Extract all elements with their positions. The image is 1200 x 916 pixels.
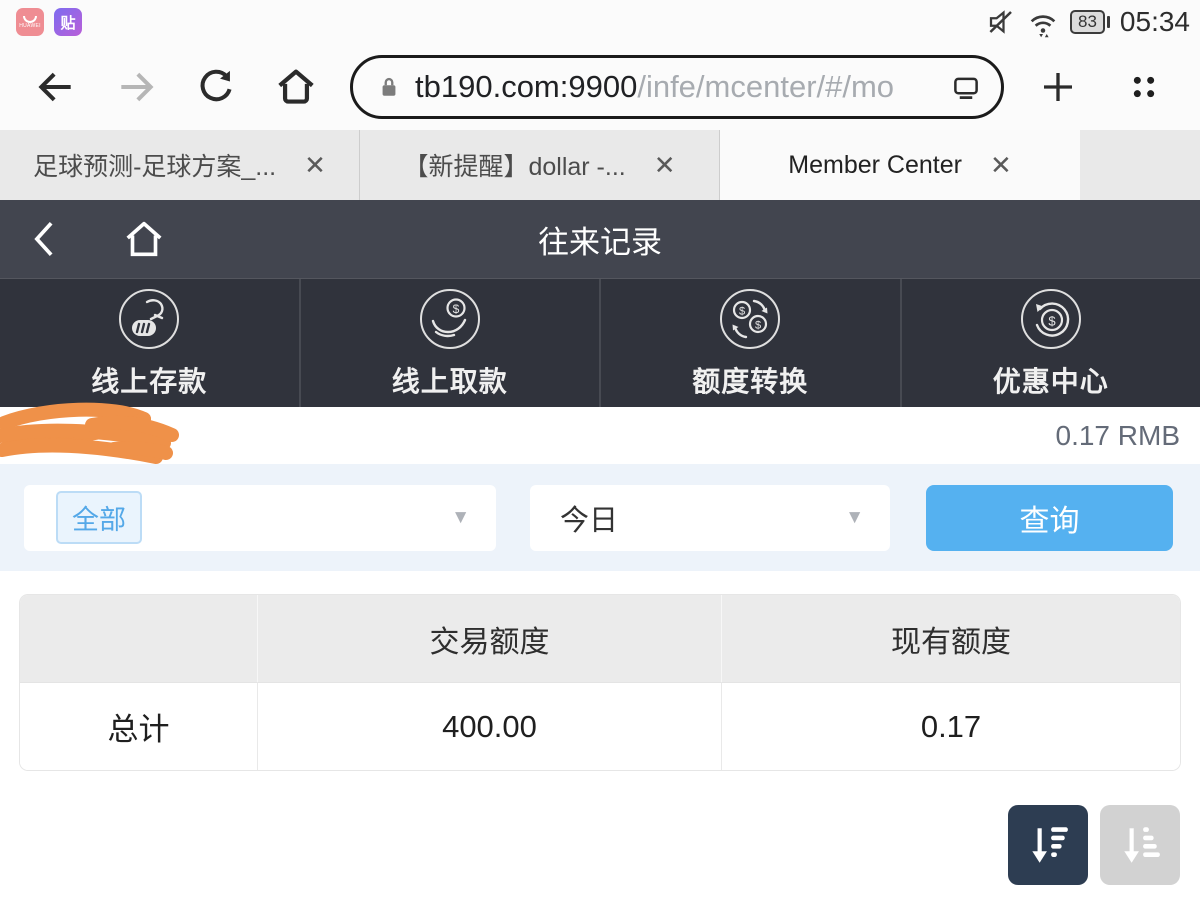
lock-icon — [382, 77, 396, 96]
back-chevron-icon[interactable] — [30, 219, 58, 259]
forward-button[interactable] — [108, 59, 164, 115]
close-icon[interactable]: ✕ — [990, 150, 1012, 181]
tieba-icon: 贴 — [54, 8, 82, 36]
hand-cash-deposit-icon — [119, 288, 180, 349]
date-filter-selected: 今日 — [560, 504, 619, 537]
desktop-mode-icon[interactable] — [949, 72, 983, 102]
coin-cycle-promo-icon: $ — [1020, 288, 1081, 349]
device-screen: HUAWEI 贴 83 05:34 tb190.com:9900/infe/mc… — [0, 0, 1200, 916]
page-header: 往来记录 — [0, 200, 1200, 278]
hand-coin-withdraw-icon: $ — [419, 288, 480, 349]
type-filter-dropdown[interactable]: 全部 ▼ — [24, 484, 496, 551]
quick-nav-row: 线上存款 $ 线上取款 $ $ 额度转换 $ 优惠中心 — [0, 278, 1200, 407]
chevron-down-icon: ▼ — [451, 506, 470, 528]
browser-toolbar: tb190.com:9900/infe/mcenter/#/mo — [0, 44, 1200, 130]
battery-percent: 83 — [1070, 10, 1105, 34]
nav-item-online-deposit[interactable]: 线上存款 — [0, 279, 299, 407]
tab-member-center[interactable]: Member Center ✕ — [720, 130, 1080, 200]
refresh-button[interactable] — [188, 59, 244, 115]
table-header-row: 交易额度 现有额度 — [20, 595, 1180, 682]
filter-bar: 全部 ▼ 今日 ▼ 查询 — [0, 464, 1200, 571]
svg-text:$: $ — [1048, 313, 1056, 328]
account-row: 0.17 RMB — [0, 402, 1200, 464]
nav-item-promo-center[interactable]: $ 优惠中心 — [899, 279, 1200, 407]
tab-title: Member Center — [788, 150, 962, 179]
home-button[interactable] — [268, 59, 324, 115]
tab-football-predict[interactable]: 足球预测-足球方案_... ✕ — [0, 130, 360, 200]
header-current-amount: 现有额度 — [722, 595, 1180, 682]
balance-text: 0.17 RMB — [1055, 419, 1181, 451]
sort-descending-button[interactable] — [1008, 805, 1088, 885]
battery-icon: 83 — [1070, 10, 1110, 34]
huawei-appstore-label: HUAWEI — [19, 23, 41, 29]
nav-item-online-withdraw[interactable]: $ 线上取款 — [298, 279, 600, 407]
url-text[interactable]: tb190.com:9900/infe/mcenter/#/mo — [415, 69, 949, 105]
huawei-smile-glyph — [23, 16, 37, 23]
new-tab-button[interactable] — [1030, 59, 1086, 115]
nav-item-credit-transfer[interactable]: $ $ 额度转换 — [599, 279, 900, 407]
tab-strip: 足球预测-足球方案_... ✕ 【新提醒】dollar -... ✕ Membe… — [0, 130, 1200, 200]
status-app-icons: HUAWEI 贴 — [16, 8, 82, 36]
url-bar[interactable]: tb190.com:9900/infe/mcenter/#/mo — [350, 55, 1004, 119]
tab-new-alert-dollar[interactable]: 【新提醒】dollar -... ✕ — [360, 130, 720, 200]
svg-text:$: $ — [452, 302, 459, 316]
wifi-icon — [1030, 15, 1056, 38]
date-filter-dropdown[interactable]: 今日 ▼ — [530, 484, 890, 551]
tieba-label: 贴 — [60, 14, 76, 32]
svg-text:$: $ — [755, 319, 761, 331]
url-path: /infe/mcenter/#/mo — [637, 69, 895, 104]
query-button[interactable]: 查询 — [926, 484, 1173, 551]
table-row-total: 总计 400.00 0.17 — [20, 682, 1180, 770]
total-label-cell: 总计 — [20, 682, 258, 770]
sort-buttons — [0, 770, 1200, 885]
url-host: tb190.com:9900 — [415, 69, 638, 104]
status-bar: HUAWEI 贴 83 05:34 — [0, 0, 1200, 44]
transaction-amount-cell: 400.00 — [258, 682, 722, 770]
close-icon[interactable]: ✕ — [304, 150, 326, 181]
huawei-appstore-icon: HUAWEI — [16, 8, 44, 36]
home-icon[interactable] — [120, 216, 168, 262]
toolbar-right-icons — [1030, 59, 1172, 115]
page-title: 往来记录 — [538, 224, 662, 260]
nav-label: 额度转换 — [692, 365, 809, 397]
redaction-scribble — [0, 402, 179, 464]
sort-ascending-button[interactable] — [1100, 805, 1180, 885]
tab-title: 足球预测-足球方案_... — [33, 153, 277, 181]
back-button[interactable] — [28, 59, 84, 115]
clock-text: 05:34 — [1119, 6, 1190, 37]
main-content: 交易额度 现有额度 总计 400.00 0.17 — [0, 571, 1200, 916]
coins-swap-icon: $ $ — [720, 288, 781, 349]
sort-descending-icon — [1032, 827, 1068, 863]
header-empty — [20, 595, 258, 682]
mute-icon — [989, 10, 1012, 34]
tab-strip-filler — [1080, 130, 1200, 200]
chevron-down-icon: ▼ — [845, 506, 864, 528]
nav-label: 线上取款 — [391, 365, 508, 397]
nav-label: 优惠中心 — [992, 365, 1109, 397]
sort-ascending-icon — [1124, 827, 1160, 863]
type-filter-selected-chip[interactable]: 全部 — [56, 491, 142, 544]
tab-title: 【新提醒】dollar -... — [403, 153, 626, 181]
current-amount-cell: 0.17 — [722, 682, 1180, 770]
svg-text:$: $ — [739, 305, 745, 317]
header-transaction-amount: 交易额度 — [258, 595, 722, 682]
close-icon[interactable]: ✕ — [654, 150, 676, 181]
tab-switcher-button[interactable] — [1116, 59, 1172, 115]
summary-table: 交易额度 现有额度 总计 400.00 0.17 — [20, 595, 1180, 770]
battery-cap — [1106, 16, 1110, 28]
status-indicators: 83 05:34 — [986, 6, 1190, 38]
nav-label: 线上存款 — [91, 365, 208, 397]
